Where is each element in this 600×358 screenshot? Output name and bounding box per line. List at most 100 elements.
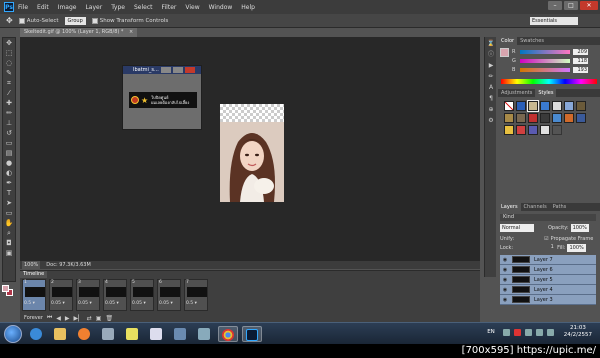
document-tab[interactable]: Skeltedit.gif @ 100% (Layer 1, RGB/8) * … <box>20 28 138 37</box>
taskbar-paint-icon[interactable] <box>194 326 214 342</box>
menu-image[interactable]: Image <box>58 4 77 11</box>
hand-tool-icon[interactable]: ✋ <box>3 218 15 228</box>
style-swatch[interactable] <box>540 101 550 111</box>
style-swatch[interactable] <box>552 113 562 123</box>
timeline-frame[interactable]: 3 0.05 ▾ <box>76 279 100 311</box>
style-swatch[interactable] <box>527 100 539 112</box>
tab-swatches[interactable]: Swatches <box>517 37 547 45</box>
brush-tool-icon[interactable]: ✏ <box>3 108 15 118</box>
blend-mode-select[interactable]: Normal <box>500 224 534 232</box>
crop-tool-icon[interactable]: ⌗ <box>3 78 15 88</box>
eye-icon[interactable]: ◉ <box>501 296 509 304</box>
style-swatch[interactable] <box>516 113 526 123</box>
opacity-value[interactable]: 100% <box>570 224 589 232</box>
taskbar-chrome-icon[interactable] <box>218 325 238 342</box>
auto-select-target-select[interactable]: Group <box>64 16 86 25</box>
eye-icon[interactable]: ◉ <box>501 276 509 284</box>
tray-network-icon[interactable] <box>535 328 543 336</box>
tab-channels[interactable]: Channels <box>521 203 550 211</box>
move-tool-icon[interactable]: ✥ <box>3 38 15 48</box>
style-swatch[interactable] <box>576 113 586 123</box>
character-icon[interactable]: A <box>486 83 496 92</box>
doc-size[interactable]: Doc: 97.3K/3.63M <box>46 261 90 269</box>
tray-antivirus-icon[interactable] <box>513 328 521 336</box>
timeline-frame[interactable]: 5 0.05 ▾ <box>130 279 154 311</box>
new-frame-icon[interactable]: ▣ <box>96 315 102 322</box>
red-slider-track[interactable] <box>520 50 570 54</box>
next-frame-icon[interactable]: ▶▏ <box>74 315 83 322</box>
lasso-tool-icon[interactable]: ◌ <box>3 58 15 68</box>
layer-row[interactable]: ◉ Layer 3 <box>500 295 596 305</box>
style-swatch[interactable] <box>528 113 538 123</box>
screen-mode-icon[interactable]: ▣ <box>3 248 15 258</box>
frame-delay[interactable]: 0.05 ▾ <box>132 301 146 306</box>
zoom-tool-icon[interactable]: ⌕ <box>3 228 15 238</box>
blue-slider-track[interactable] <box>520 68 570 72</box>
tab-styles[interactable]: Styles <box>535 89 557 97</box>
eye-icon[interactable]: ◉ <box>501 286 509 294</box>
menu-view[interactable]: View <box>185 4 199 11</box>
blur-tool-icon[interactable]: ● <box>3 158 15 168</box>
dodge-tool-icon[interactable]: ◐ <box>3 168 15 178</box>
clone-stamp-tool-icon[interactable]: ⊥ <box>3 118 15 128</box>
style-swatch[interactable] <box>516 125 526 135</box>
tab-layers[interactable]: Layers <box>498 203 521 211</box>
tray-volume-icon[interactable] <box>546 328 554 336</box>
menu-file[interactable]: File <box>18 4 28 11</box>
tray-arrow-icon[interactable] <box>502 328 510 336</box>
propagate-checkbox[interactable]: ☑ <box>544 235 548 243</box>
taskbar-ie-icon[interactable] <box>26 326 46 342</box>
tray-flag-icon[interactable] <box>524 328 532 336</box>
language-indicator[interactable]: EN <box>487 329 495 335</box>
auto-select-option[interactable]: Auto-Select <box>18 17 59 24</box>
frame-delay[interactable]: 0.5 ▾ <box>186 301 197 306</box>
show-transform-option[interactable]: Show Transform Controls <box>91 17 168 24</box>
taskbar-photoshop-icon[interactable] <box>242 325 262 342</box>
show-transform-checkbox[interactable] <box>91 17 98 24</box>
shape-tool-icon[interactable]: ▭ <box>3 208 15 218</box>
marquee-tool-icon[interactable]: ⬚ <box>3 48 15 58</box>
start-button-icon[interactable] <box>4 324 22 343</box>
layer-row[interactable]: ◉ Layer 7 <box>500 255 596 265</box>
style-swatch[interactable] <box>504 125 514 135</box>
auto-select-checkbox[interactable] <box>18 17 25 24</box>
floating-close-button[interactable] <box>184 67 195 73</box>
workspace-select[interactable]: Essentials <box>530 17 578 25</box>
layer-row[interactable]: ◉ Layer 4 <box>500 285 596 295</box>
frame-delay[interactable]: 0.05 ▾ <box>78 301 92 306</box>
floating-maximize-button[interactable] <box>172 67 183 73</box>
red-value[interactable]: 209 <box>573 49 588 55</box>
document-close-icon[interactable]: × <box>129 29 133 35</box>
frame-delay[interactable]: 0.05 ▾ <box>105 301 119 306</box>
tab-paths[interactable]: Paths <box>550 203 570 211</box>
healing-brush-tool-icon[interactable]: ✚ <box>3 98 15 108</box>
style-swatch[interactable] <box>516 101 526 111</box>
tab-adjustments[interactable]: Adjustments <box>498 89 535 97</box>
path-select-tool-icon[interactable]: ➤ <box>3 198 15 208</box>
document-canvas[interactable] <box>220 104 284 202</box>
red-slider[interactable]: R 209 <box>512 49 588 55</box>
frame-delay[interactable]: 0.05 ▾ <box>51 301 65 306</box>
color-spectrum[interactable] <box>501 79 597 84</box>
taskbar-notes-icon[interactable] <box>122 326 142 342</box>
tween-icon[interactable]: ⇄ <box>87 315 92 322</box>
style-swatch[interactable] <box>576 101 586 111</box>
floating-document-window[interactable]: Ibatmi_s... ★ ใบปิดศูนย์ ผมเลยต้องกลับไป… <box>122 65 202 130</box>
gradient-tool-icon[interactable]: ▤ <box>3 148 15 158</box>
menu-type[interactable]: Type <box>111 4 125 11</box>
menu-select[interactable]: Select <box>134 4 153 11</box>
eyedropper-tool-icon[interactable]: ⁄ <box>3 88 15 98</box>
eraser-tool-icon[interactable]: ▭ <box>3 138 15 148</box>
first-frame-icon[interactable]: ⏮ <box>47 314 52 322</box>
timeline-tab[interactable]: Timeline <box>20 271 48 278</box>
style-swatch[interactable] <box>552 125 562 135</box>
delete-frame-icon[interactable]: 🗑 <box>105 315 113 322</box>
quick-select-tool-icon[interactable]: ✎ <box>3 68 15 78</box>
blue-value[interactable]: 193 <box>573 67 588 73</box>
taskbar-document-icon[interactable] <box>146 326 166 342</box>
paragraph-icon[interactable]: ¶ <box>486 94 496 103</box>
layer-row[interactable]: ◉ Layer 6 <box>500 265 596 275</box>
blue-slider[interactable]: B 193 <box>512 67 588 73</box>
eye-icon[interactable]: ◉ <box>501 266 509 274</box>
play-icon[interactable]: ▶ <box>65 315 70 322</box>
